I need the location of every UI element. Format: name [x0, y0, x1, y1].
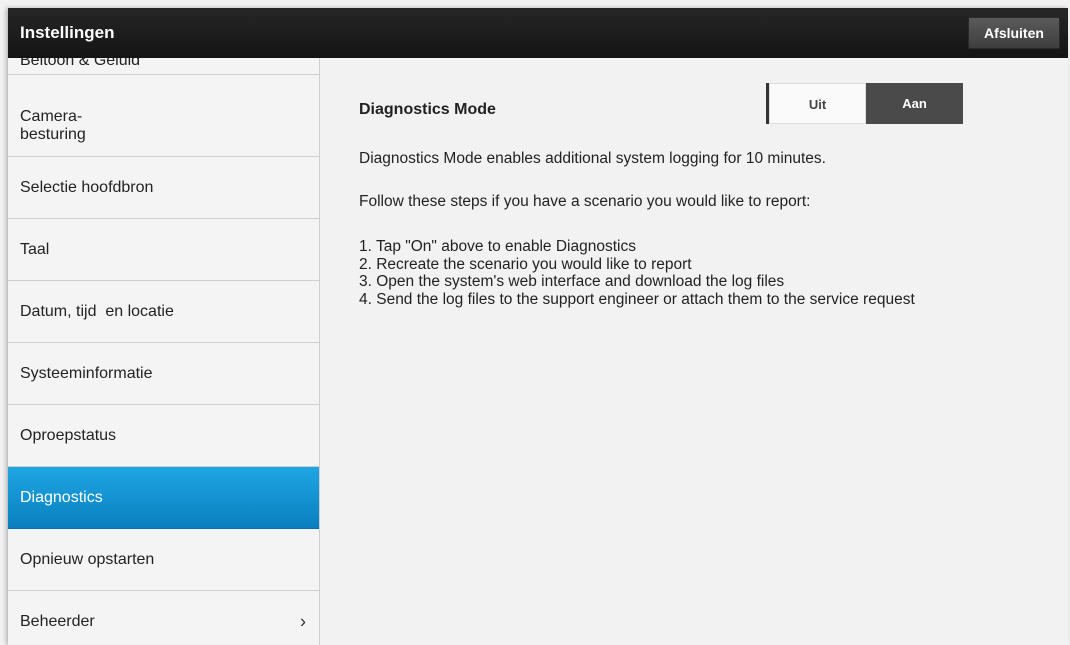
sidebar-item-ringtone-sound[interactable]: Beltoon & Geluid — [8, 58, 319, 75]
chevron-right-icon: › — [300, 611, 306, 632]
sidebar-item-label: Beltoon & Geluid — [20, 58, 141, 69]
sidebar: Beltoon & Geluid Camera- besturing Selec… — [8, 58, 320, 645]
list-item: 4. Send the log files to the support eng… — [359, 290, 915, 308]
sidebar-item-language[interactable]: Taal — [8, 219, 319, 281]
sidebar-item-label: Camera- besturing — [20, 108, 86, 143]
diagnostics-mode-title: Diagnostics Mode — [359, 101, 496, 118]
sidebar-item-main-source[interactable]: Selectie hoofdbron — [8, 157, 319, 219]
list-item: 2. Recreate the scenario you would like … — [359, 255, 692, 273]
exit-button[interactable]: Afsluiten — [968, 17, 1060, 49]
sidebar-item-date-time[interactable]: Datum, tijd en locatie — [8, 281, 319, 343]
toggle-off-button[interactable]: Uit — [769, 83, 866, 124]
sidebar-item-restart[interactable]: Opnieuw opstarten — [8, 529, 319, 591]
sidebar-item-call-status[interactable]: Oproepstatus — [8, 405, 319, 467]
sidebar-item-camera-control[interactable]: Camera- besturing — [8, 95, 319, 157]
sidebar-item-label: Opnieuw opstarten — [20, 551, 155, 568]
sidebar-item-label: Selectie hoofdbron — [20, 179, 154, 196]
header-bar: Instellingen Afsluiten — [8, 8, 1068, 58]
sidebar-item-system-info[interactable]: Systeeminformatie — [8, 343, 319, 405]
sidebar-item-label: Taal — [20, 241, 50, 258]
list-item: 1. Tap "On" above to enable Diagnostics — [359, 238, 636, 255]
settings-window: Instellingen Afsluiten Beltoon & Geluid … — [8, 8, 1068, 645]
steps-intro: Follow these steps if you have a scenari… — [359, 193, 811, 210]
sidebar-item-administrator[interactable]: Beheerder › — [8, 591, 319, 645]
main-panel: Diagnostics Mode Uit Aan Diagnostics Mod… — [321, 58, 1068, 645]
sidebar-item-diagnostics[interactable]: Diagnostics — [8, 467, 319, 529]
sidebar-item-label: Diagnostics — [20, 489, 103, 506]
diagnostics-toggle[interactable]: Uit Aan — [769, 83, 963, 124]
toggle-on-button[interactable]: Aan — [866, 83, 963, 124]
list-item: 3. Open the system's web interface and d… — [359, 273, 785, 290]
steps-list: 1. Tap "On" above to enable Diagnostics … — [359, 238, 959, 308]
sidebar-item-label: Datum, tijd en locatie — [20, 303, 174, 320]
sidebar-item-label: Oproepstatus — [20, 427, 117, 444]
sidebar-item-label: Systeeminformatie — [20, 365, 153, 382]
diagnostics-description: Diagnostics Mode enables additional syst… — [359, 150, 826, 167]
page-title: Instellingen — [20, 23, 115, 42]
sidebar-item-label: Beheerder — [20, 613, 95, 630]
